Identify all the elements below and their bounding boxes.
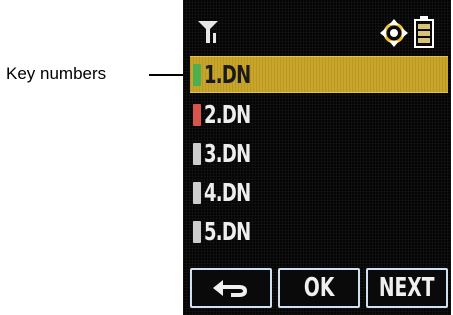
status-bar (183, 0, 451, 56)
key-indicator (193, 142, 201, 165)
callout-label: Key numbers (6, 64, 107, 83)
next-button-label: NEXT (379, 273, 435, 303)
list-item[interactable]: 2.DN (190, 97, 448, 132)
navigation-pad-icon (380, 19, 408, 47)
list-item[interactable]: 4.DN (190, 175, 448, 210)
softkey-bar: OK NEXT (190, 268, 448, 308)
list-item-label: 2.DN (204, 100, 251, 129)
key-indicator (193, 103, 201, 126)
phone-screen: 1.DN 2.DN 3.DN 4.DN 5.DN OK NEXT (183, 0, 451, 315)
key-indicator (193, 63, 201, 86)
back-arrow-icon (213, 280, 247, 297)
list-item[interactable]: 1.DN (190, 56, 448, 93)
key-list: 1.DN 2.DN 3.DN 4.DN 5.DN (183, 56, 451, 253)
signal-antenna-icon (198, 21, 218, 43)
key-indicator (193, 220, 201, 243)
ok-button-label: OK (303, 273, 335, 303)
list-item-label: 3.DN (204, 139, 251, 168)
list-item-label: 5.DN (204, 217, 251, 246)
next-button[interactable]: NEXT (366, 268, 448, 308)
list-item-label: 1.DN (204, 60, 251, 89)
list-item[interactable]: 3.DN (190, 136, 448, 171)
list-item-label: 4.DN (204, 178, 251, 207)
back-button[interactable] (190, 268, 272, 308)
battery-icon (414, 16, 434, 48)
ok-button[interactable]: OK (278, 268, 360, 308)
key-indicator (193, 181, 201, 204)
list-item[interactable]: 5.DN (190, 214, 448, 249)
